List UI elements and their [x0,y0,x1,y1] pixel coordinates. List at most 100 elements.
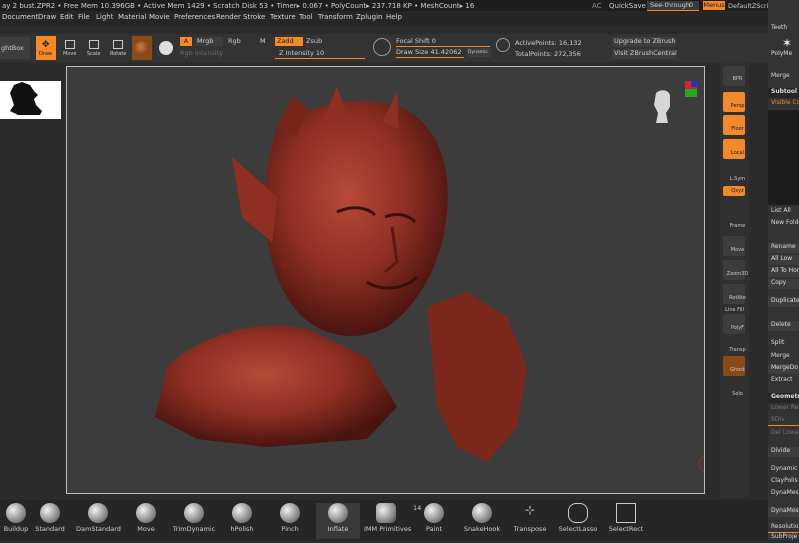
menu-preferences[interactable]: Preferences [174,13,215,21]
menu-render[interactable]: Render [216,13,241,21]
subproj-item[interactable]: SubProje [768,533,799,543]
menu-edit[interactable]: Edit [60,13,74,21]
floor-button[interactable]: Floor [723,115,745,135]
geometry-header[interactable]: Geometr [768,393,799,403]
solo-button[interactable]: Solo [723,380,745,400]
brush-snakehook[interactable]: SnakeHook [460,503,504,539]
brush-selectrect[interactable]: SelectRect [604,503,648,539]
brush-transpose[interactable]: ⊹ Transpose [508,503,552,539]
subtool-header[interactable]: Subtool [768,88,799,98]
zoom3d-button[interactable]: Zoom3D [723,260,748,280]
all-to-home-button[interactable]: All To Hor [768,267,799,277]
rgb-toggle[interactable]: Rgb [228,37,248,46]
sdiv-slider[interactable]: SDiv [768,416,799,426]
move-mode-button[interactable]: Move [60,36,80,60]
focal-shift-slider[interactable]: Focal Shift 0 [396,37,490,47]
all-low-button[interactable]: All Low [768,255,799,265]
local-button[interactable]: Local [723,139,745,159]
d-icon[interactable] [496,38,510,52]
alpha-preview[interactable] [0,81,61,119]
axis-gizmo-icon[interactable] [675,79,699,103]
draw-size-slider[interactable]: Draw Size 41.42062 [396,48,464,58]
brush-trimdynamic[interactable]: TrimDynamic [172,503,216,539]
menus-toggle[interactable]: Menus [703,1,725,10]
demon-bust-model[interactable] [67,67,705,494]
viewport-canvas[interactable] [66,66,705,494]
menu-file[interactable]: File [78,13,90,21]
lower-res-button[interactable]: Lower Re [768,404,799,414]
orientation-head-icon[interactable] [652,89,674,125]
move-view-button[interactable]: Move [723,236,745,256]
brush-inflate[interactable]: Inflate [316,503,360,539]
xyz-button[interactable]: Qxyz [723,186,745,196]
dynamic-toggle[interactable]: Dynamic [467,48,491,57]
merge-down-button[interactable]: MergeDo [768,364,799,374]
resolution-slider[interactable]: Resolution [768,523,799,533]
lsym-button[interactable]: L.Sym [723,165,745,185]
material-swatch[interactable] [132,36,152,60]
color-picker[interactable] [156,36,176,60]
brush-imm-primitives[interactable]: IMM Primitives [364,503,411,539]
merge-button[interactable]: Merge [768,352,799,362]
menu-tool[interactable]: Tool [299,13,313,21]
menu-stroke[interactable]: Stroke [243,13,265,21]
brush-hpolish[interactable]: hPolish [220,503,264,539]
brush-damstandard[interactable]: DamStandard [76,503,121,539]
rename-button[interactable]: Rename [768,243,799,253]
polyf-button[interactable]: PolyF [723,314,745,334]
del-lower-button[interactable]: Del Lowe [768,429,799,439]
menu-help[interactable]: Help [386,13,402,21]
menu-transform[interactable]: Transform [318,13,353,21]
menu-document[interactable]: Document [2,13,38,21]
m-toggle[interactable]: M [260,37,272,46]
line-fill-label: Line Fill [725,307,744,313]
brush-selectlasso[interactable]: SelectLasso [556,503,600,539]
zadd-toggle[interactable]: Zadd [275,37,303,46]
menu-material[interactable]: Material [118,13,146,21]
a-toggle[interactable]: A [180,37,192,46]
dynamesh-button[interactable]: DynaMesh [768,507,799,517]
brush-paint[interactable]: Paint [412,503,456,539]
menu-movie[interactable]: Movie [149,13,170,21]
draw-button[interactable]: ✥ Draw [36,36,56,60]
menu-draw[interactable]: Draw [38,13,56,21]
scale-mode-button[interactable]: Scale [84,36,104,60]
menu-texture[interactable]: Texture [270,13,296,21]
zsub-toggle[interactable]: Zsub [306,37,330,46]
upgrade-button[interactable]: Upgrade to ZBrush [612,37,676,47]
persp-button[interactable]: Persp [723,92,745,112]
dynamic-subdiv[interactable]: Dynamic [768,465,799,475]
visible-count[interactable]: Visible Co [768,99,799,109]
rotate-view-button[interactable]: RotAte [723,284,746,304]
bpr-button[interactable]: BPR [723,66,745,86]
duplicate-button[interactable]: Duplicate [768,297,799,307]
split-button[interactable]: Split [768,339,799,349]
mrgb-toggle[interactable]: Mrgb [195,37,223,46]
menu-zplugin[interactable]: Zplugin [356,13,382,21]
rgb-intensity-slider[interactable]: Rgb Intensity [180,49,272,59]
z-intensity-slider[interactable]: Z Intensity 10 [275,49,365,59]
brush-standard[interactable]: Standard [28,503,72,539]
seethrough-slider[interactable]: See-through 0 [647,1,699,11]
extract-button[interactable]: Extract [768,376,799,386]
copy-button[interactable]: Copy [768,279,799,289]
stroke-s-icon[interactable] [373,38,391,56]
brush-pinch[interactable]: Pinch [268,503,312,539]
menu-light[interactable]: Light [96,13,113,21]
divide-button[interactable]: Divide [768,447,799,457]
rotate-mode-button[interactable]: Rotate [108,36,128,60]
transp-button[interactable]: Transp [723,336,745,356]
ghost-button[interactable]: Ghost [723,356,745,376]
visit-zbrushcentral-button[interactable]: Visit ZBrushCentral [612,49,677,59]
dynamesh-item[interactable]: DynaMes [768,489,799,499]
subtool-list[interactable] [768,110,799,205]
ac-label[interactable]: AC [592,2,602,10]
claypolish-button[interactable]: ClayPolis [768,477,799,487]
lightbox-button[interactable]: ghtBox [0,37,30,59]
delete-button[interactable]: Delete [768,321,799,331]
quicksave-button[interactable]: QuickSave [609,2,646,10]
new-folder-button[interactable]: New Folde [768,219,799,229]
brush-move[interactable]: Move [124,503,168,539]
frame-button[interactable]: Frame [723,212,746,232]
list-all-button[interactable]: List All [768,207,799,217]
